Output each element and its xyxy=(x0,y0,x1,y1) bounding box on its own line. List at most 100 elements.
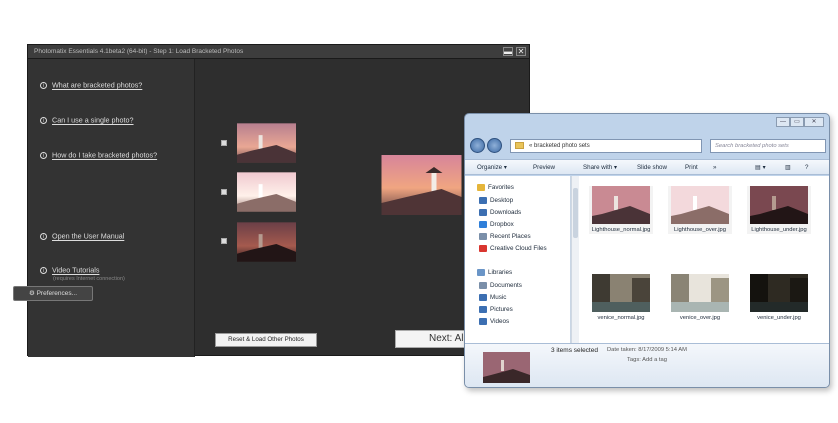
file-thumbnail xyxy=(750,274,808,312)
file-thumbnail xyxy=(671,274,729,312)
nav-favorites[interactable]: Favorites xyxy=(477,184,514,191)
preview-pane-icon[interactable]: ▥ xyxy=(785,164,791,171)
help-icon[interactable]: ? xyxy=(805,164,808,171)
photomatix-titlebar: Photomatix Essentials 4.1beta2 (64-bit) … xyxy=(28,45,529,59)
navigation-bar: « bracketed photo sets Search bracketed … xyxy=(470,138,826,155)
file-thumbnail xyxy=(671,186,729,224)
address-text: « bracketed photo sets xyxy=(529,143,590,149)
slide-show-button[interactable]: Slide show xyxy=(637,164,667,171)
nav-videos[interactable]: Videos xyxy=(479,318,509,325)
nav-label: Downloads xyxy=(490,209,522,216)
preview-button[interactable]: Preview xyxy=(533,164,555,171)
nav-label: Dropbox xyxy=(490,221,514,228)
nav-music[interactable]: Music xyxy=(479,294,506,301)
nav-creative-cloud[interactable]: Creative Cloud Files xyxy=(479,245,547,252)
file-item[interactable]: Lighthouse_normal.jpg xyxy=(589,186,653,234)
star-icon xyxy=(477,184,485,191)
file-name: Lighthouse_over.jpg xyxy=(674,227,726,233)
file-list: Lighthouse_normal.jpg Lighthouse_over.jp… xyxy=(579,176,829,343)
help-icon: i xyxy=(40,116,47,124)
organize-button[interactable]: Organize ▾ xyxy=(477,164,507,171)
selection-thumbnail xyxy=(483,352,530,383)
help-icon: i xyxy=(40,232,47,240)
more-button[interactable]: » xyxy=(713,164,716,171)
nav-label: Music xyxy=(490,294,507,301)
tags-field[interactable]: Tags: Add a tag xyxy=(627,357,667,363)
nav-documents[interactable]: Documents xyxy=(479,282,522,289)
print-button[interactable]: Print xyxy=(685,164,698,171)
nav-label: Documents xyxy=(490,282,522,289)
help-link-howto[interactable]: i How do I take bracketed photos? xyxy=(40,150,157,160)
help-link-label: What are bracketed photos? xyxy=(52,80,143,90)
help-icon: i xyxy=(40,151,47,159)
reset-load-button[interactable]: Reset & Load Other Photos xyxy=(215,333,317,347)
recent-places-icon xyxy=(479,233,487,240)
pictures-icon xyxy=(479,306,487,313)
documents-icon xyxy=(479,282,487,289)
nav-desktop[interactable]: Desktop xyxy=(479,197,513,204)
help-sidebar: i What are bracketed photos? i Can I use a… xyxy=(28,59,195,357)
help-link-note: (requires Internet connection) xyxy=(53,275,125,282)
nav-libraries[interactable]: Libraries xyxy=(477,269,512,276)
file-thumbnail xyxy=(592,274,650,312)
details-pane: 3 items selected Date taken: 8/17/2009 5… xyxy=(465,343,829,387)
help-link-videos[interactable]: i Video Tutorials (requires Internet conne… xyxy=(40,265,125,282)
libraries-icon xyxy=(477,269,485,276)
photo-checkbox-1[interactable] xyxy=(221,140,227,146)
file-name: venice_normal.jpg xyxy=(597,315,645,321)
file-item[interactable]: venice_normal.jpg xyxy=(589,274,653,322)
file-thumbnail xyxy=(750,186,808,224)
help-link-label: Video Tutorials xyxy=(52,265,100,275)
preferences-button[interactable]: ⚙ Preferences... xyxy=(13,286,93,301)
minimize-button[interactable]: ▬ xyxy=(503,47,513,56)
views-icon[interactable]: ▤ ▾ xyxy=(755,164,766,171)
nav-downloads[interactable]: Downloads xyxy=(479,209,521,216)
file-item[interactable]: venice_over.jpg xyxy=(668,274,732,322)
share-with-button[interactable]: Share with ▾ xyxy=(583,164,617,171)
file-item[interactable]: venice_under.jpg xyxy=(747,274,811,322)
explorer-window: — ▭ ✕ « bracketed photo sets Search brac… xyxy=(464,113,830,388)
lighthouse-normal-thumbnail xyxy=(237,123,296,163)
photomatix-title: Photomatix Essentials 4.1beta2 (64-bit) … xyxy=(34,48,244,55)
nav-dropbox[interactable]: Dropbox xyxy=(479,221,514,228)
creative-cloud-icon xyxy=(479,245,487,252)
close-button[interactable]: ✕ xyxy=(516,47,526,56)
file-name: Lighthouse_under.jpg xyxy=(751,227,807,233)
folder-icon xyxy=(515,142,524,149)
selection-count: 3 items selected xyxy=(551,347,598,354)
help-link-manual[interactable]: i Open the User Manual xyxy=(40,231,124,241)
nav-label: Videos xyxy=(490,318,510,325)
search-input[interactable]: Search bracketed photo sets xyxy=(710,139,826,153)
close-button[interactable]: ✕ xyxy=(804,117,824,127)
nav-label: Libraries xyxy=(488,269,513,276)
help-link-bracketed[interactable]: i What are bracketed photos? xyxy=(40,80,142,90)
nav-label: Creative Cloud Files xyxy=(490,245,547,252)
maximize-button[interactable]: ▭ xyxy=(790,117,804,127)
photo-checkbox-2[interactable] xyxy=(221,189,227,195)
gear-icon: ⚙ xyxy=(28,290,37,297)
photo-checkbox-3[interactable] xyxy=(221,238,227,244)
help-link-single[interactable]: i Can I use a single photo? xyxy=(40,115,134,125)
window-controls: — ▭ ✕ xyxy=(776,117,824,128)
lighthouse-over-thumbnail xyxy=(237,172,296,212)
minimize-button[interactable]: — xyxy=(776,117,790,127)
downloads-icon xyxy=(479,209,487,216)
navigation-scrollbar[interactable] xyxy=(571,176,579,343)
file-item[interactable]: Lighthouse_over.jpg xyxy=(668,186,732,234)
file-item[interactable]: Lighthouse_under.jpg xyxy=(747,186,811,234)
address-bar[interactable]: « bracketed photo sets xyxy=(510,139,702,153)
scrollbar-thumb[interactable] xyxy=(573,188,578,238)
nav-pictures[interactable]: Pictures xyxy=(479,306,513,313)
help-link-label: Open the User Manual xyxy=(52,231,125,241)
help-icon: i xyxy=(40,266,47,274)
date-taken: Date taken: 8/17/2009 5:14 AM xyxy=(607,347,687,353)
navigation-pane: Favorites Desktop Downloads Dropbox Rece… xyxy=(465,176,571,343)
explorer-toolbar: Organize ▾ Preview Share with ▾ Slide sh… xyxy=(465,159,829,175)
forward-button[interactable] xyxy=(487,138,502,153)
nav-recent-places[interactable]: Recent Places xyxy=(479,233,531,240)
nav-label: Pictures xyxy=(490,306,513,313)
videos-icon xyxy=(479,318,487,325)
desktop-icon xyxy=(479,197,487,204)
next-button[interactable]: Next: Align & Merge xyxy=(395,330,465,348)
back-button[interactable] xyxy=(470,138,485,153)
